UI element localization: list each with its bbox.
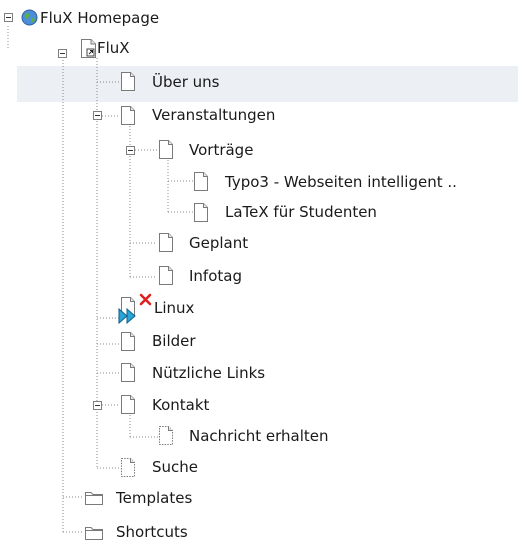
page-icon — [159, 233, 173, 252]
folder-icon — [85, 527, 103, 540]
page-icon — [121, 332, 135, 351]
tree-item-templates[interactable]: Templates — [116, 488, 192, 508]
tree-connector-lines — [7, 26, 193, 533]
collapse-toggle-kontakt[interactable] — [93, 401, 102, 410]
tree-root-label[interactable]: FluX Homepage — [40, 8, 159, 28]
page-tree: FluX Homepage FluX Über uns Veranstaltun… — [0, 0, 518, 549]
moved-arrows-icon — [118, 307, 136, 325]
tree-item-nachricht[interactable]: Nachricht erhalten — [189, 426, 329, 446]
hidden-page-icon — [159, 426, 173, 445]
page-icon — [159, 266, 173, 285]
page-icon — [121, 395, 135, 414]
hidden-page-icon — [121, 458, 135, 477]
tree-item-shortcuts[interactable]: Shortcuts — [116, 522, 188, 542]
deleted-x-icon — [139, 293, 152, 306]
tree-item-latex[interactable]: LaTeX für Studenten — [225, 202, 377, 222]
tree-item-veranstaltungen[interactable]: Veranstaltungen — [152, 105, 275, 125]
page-icon — [121, 106, 135, 125]
collapse-toggle-vortraege[interactable] — [126, 146, 135, 155]
collapse-toggle-veranstaltungen[interactable] — [93, 111, 102, 120]
page-icon — [159, 140, 173, 159]
page-icon — [121, 72, 135, 91]
page-icon — [194, 172, 208, 191]
tree-item-linux[interactable]: Linux — [154, 298, 194, 318]
collapse-toggle-root[interactable] — [4, 13, 13, 22]
tree-item-infotag[interactable]: Infotag — [189, 266, 242, 286]
tree-item-kontakt[interactable]: Kontakt — [152, 395, 209, 415]
globe-icon — [21, 9, 38, 26]
tree-item-vortraege[interactable]: Vorträge — [189, 140, 253, 160]
tree-item-ueber-uns[interactable]: Über uns — [152, 72, 220, 92]
tree-item-typo3[interactable]: Typo3 - Webseiten intelligent .. — [225, 172, 457, 192]
page-icon — [194, 203, 208, 222]
tree-item-flux[interactable]: FluX — [97, 38, 130, 58]
tree-item-geplant[interactable]: Geplant — [189, 233, 248, 253]
page-icon — [121, 363, 135, 382]
page-shortcut-icon — [81, 39, 96, 58]
tree-item-links[interactable]: Nützliche Links — [152, 363, 265, 383]
tree-item-bilder[interactable]: Bilder — [152, 331, 196, 351]
folder-icon — [85, 492, 103, 505]
collapse-toggle-flux[interactable] — [58, 49, 67, 58]
tree-item-suche[interactable]: Suche — [152, 457, 198, 477]
